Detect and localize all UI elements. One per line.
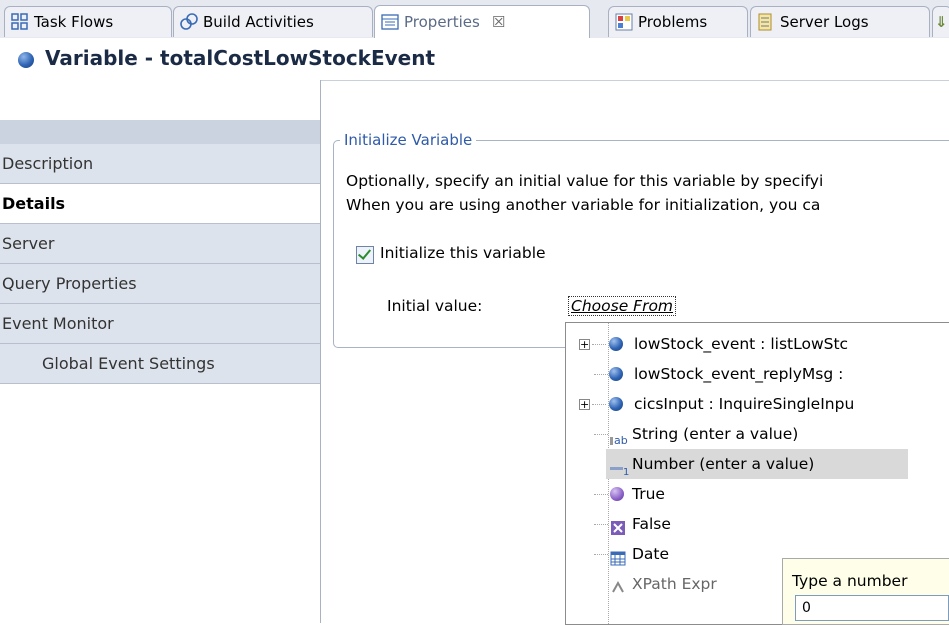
sidebar-item-description[interactable]: Description <box>0 144 320 184</box>
number-input[interactable] <box>795 595 949 621</box>
sidebar-item-server[interactable]: Server <box>0 224 320 264</box>
variable-icon <box>609 337 623 351</box>
tab-server-logs[interactable]: Server Logs <box>750 6 930 37</box>
tree-line <box>594 524 608 525</box>
tree-item-string[interactable]: ab String (enter a value) <box>566 419 949 449</box>
tree-item-false[interactable]: False <box>566 509 766 539</box>
properties-sidebar: Description Details Server Query Propert… <box>0 80 321 623</box>
close-icon[interactable]: ☒ <box>492 13 505 31</box>
tab-label: Properties <box>404 13 480 31</box>
initialize-checkbox[interactable] <box>356 246 374 264</box>
tree-item-label: lowStock_event : listLowStc <box>634 335 849 353</box>
tree-line <box>592 344 606 345</box>
tree-item-label: True <box>632 485 665 503</box>
group-legend: Initialize Variable <box>340 131 477 149</box>
sidebar-spacer <box>0 120 320 144</box>
date-icon <box>610 546 626 566</box>
description-text: When you are using another variable for … <box>346 196 821 214</box>
tab-build-activities[interactable]: Build Activities <box>173 6 373 37</box>
tree-item-label: lowStock_event_replyMsg : <box>634 365 844 383</box>
tab-label: Problems <box>638 13 708 31</box>
tree-item-true[interactable]: True <box>566 479 766 509</box>
tree-item-lowstock-event[interactable]: + lowStock_event : listLowStc <box>566 329 949 359</box>
tab-properties[interactable]: Properties ☒ <box>374 5 590 38</box>
overflow-icon: ⇓ <box>935 13 948 31</box>
true-icon <box>610 487 624 501</box>
false-icon <box>610 516 626 535</box>
sidebar-item-details[interactable]: Details <box>0 184 320 224</box>
choose-from-link[interactable]: Choose From <box>568 296 677 316</box>
build-activities-icon <box>180 13 198 31</box>
tree-item-label: Number (enter a value) <box>632 455 815 473</box>
tree-line <box>594 494 608 495</box>
sidebar-item-event-monitor[interactable]: Event Monitor <box>0 304 320 344</box>
tree-item-number[interactable]: 1 Number (enter a value) <box>606 449 908 479</box>
editor-tab-bar: Task Flows Build Activities Properties ☒… <box>0 0 949 39</box>
variable-icon <box>609 397 623 411</box>
tab-label: Server Logs <box>780 13 869 31</box>
variable-icon <box>18 52 34 68</box>
server-logs-icon <box>757 13 775 31</box>
description-text: Optionally, specify an initial value for… <box>346 172 824 190</box>
tree-line <box>594 434 608 435</box>
tree-item-date[interactable]: Date <box>566 539 766 569</box>
svg-text:1: 1 <box>623 467 629 476</box>
number-entry-label: Type a number <box>792 572 908 590</box>
problems-icon <box>615 13 633 31</box>
tree-line <box>592 404 606 405</box>
properties-icon <box>381 13 399 31</box>
string-icon: ab <box>610 426 628 447</box>
tree-item-label: XPath Expr <box>632 575 717 593</box>
number-icon: 1 <box>610 456 629 478</box>
sidebar-item-query-properties[interactable]: Query Properties <box>0 264 320 304</box>
tree-item-lowstock-event-replymsg[interactable]: lowStock_event_replyMsg : <box>566 359 949 389</box>
expand-icon[interactable]: + <box>579 339 590 350</box>
tab-problems[interactable]: Problems <box>608 6 748 37</box>
tree-line <box>594 554 608 555</box>
sidebar-item-global-event-settings[interactable]: Global Event Settings <box>0 344 320 384</box>
properties-header: Variable - totalCostLowStockEvent <box>0 38 949 81</box>
tab-label: Build Activities <box>203 13 314 31</box>
tab-task-flows[interactable]: Task Flows <box>4 6 172 37</box>
tab-overflow[interactable]: ⇓ <box>932 6 949 37</box>
tree-item-cicsinput[interactable]: + cicsInput : InquireSingleInpu <box>566 389 949 419</box>
expand-icon[interactable]: + <box>579 399 590 410</box>
checkbox-label: Initialize this variable <box>380 244 546 262</box>
tree-item-xpath[interactable]: XPath Expr <box>566 569 766 599</box>
initial-value-label: Initial value: <box>387 297 483 315</box>
page-title: Variable - totalCostLowStockEvent <box>45 46 436 70</box>
tree-item-label: False <box>632 515 671 533</box>
variable-icon <box>609 367 623 381</box>
tree-item-label: Date <box>632 545 670 563</box>
tree-line <box>594 374 608 375</box>
xpath-icon <box>610 576 626 593</box>
tab-label: Task Flows <box>34 13 114 31</box>
tree-item-label: cicsInput : InquireSingleInpu <box>634 395 855 413</box>
tree-item-label: String (enter a value) <box>632 425 799 443</box>
task-flows-icon <box>11 13 29 31</box>
svg-text:ab: ab <box>614 434 628 446</box>
